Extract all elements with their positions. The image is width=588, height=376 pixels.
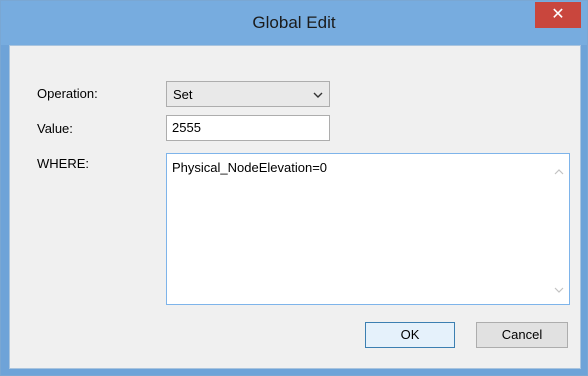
- where-label: WHERE:: [37, 156, 89, 171]
- dialog-content: Operation: Set Value: 2555 WHERE: Physic…: [9, 45, 581, 369]
- dialog-title: Global Edit: [252, 13, 336, 32]
- operation-label: Operation:: [37, 86, 98, 101]
- cancel-button[interactable]: Cancel: [476, 322, 568, 348]
- scroll-up-icon[interactable]: [554, 168, 564, 176]
- close-button[interactable]: ✕: [535, 2, 581, 28]
- where-text: Physical_NodeElevation=0: [172, 160, 328, 175]
- close-icon: ✕: [551, 6, 565, 23]
- global-edit-dialog: Global Edit ✕ Operation: Set Value: 2555…: [0, 0, 588, 376]
- chevron-down-icon: [313, 92, 323, 98]
- operation-selected-value: Set: [173, 87, 193, 102]
- ok-button[interactable]: OK: [365, 322, 455, 348]
- operation-select[interactable]: Set: [166, 81, 330, 107]
- title-bar[interactable]: Global Edit ✕: [1, 1, 587, 45]
- value-label: Value:: [37, 121, 73, 136]
- scroll-down-icon[interactable]: [554, 286, 564, 294]
- where-textarea[interactable]: Physical_NodeElevation=0: [166, 153, 570, 305]
- value-input[interactable]: 2555: [166, 115, 330, 141]
